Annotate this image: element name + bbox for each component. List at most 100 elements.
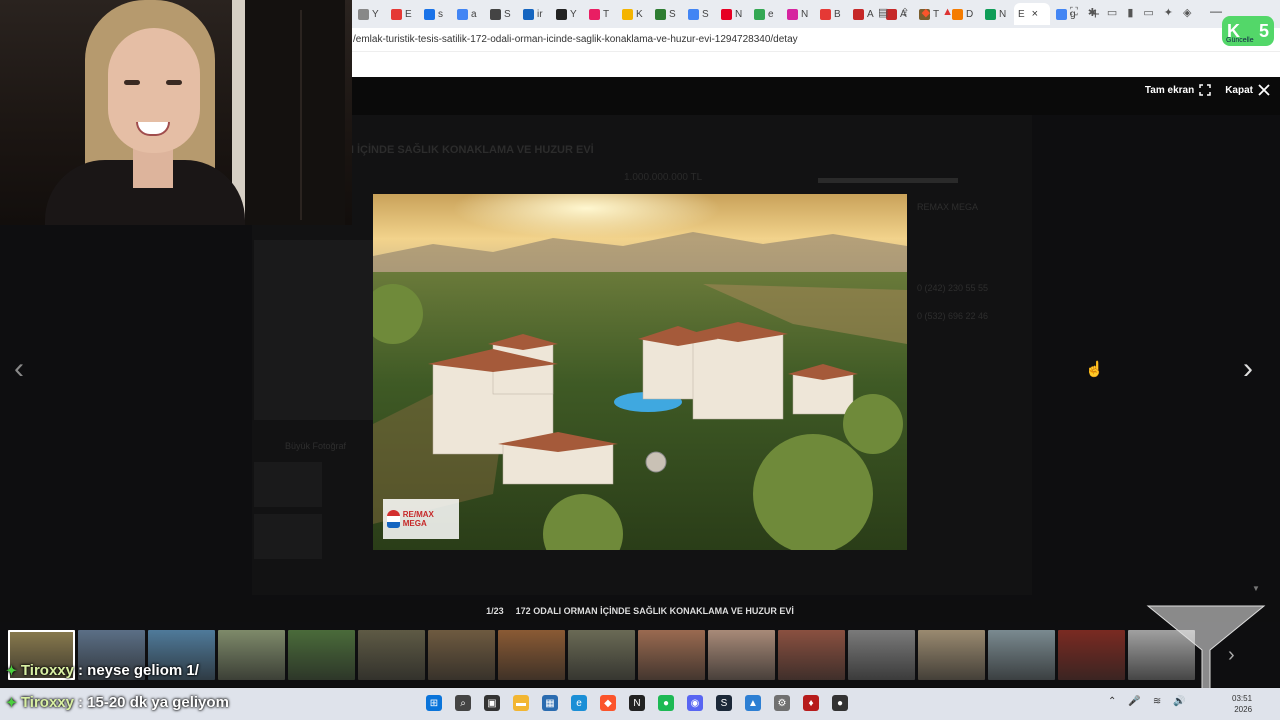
tab-favicon-icon	[820, 8, 831, 20]
photo-thumbnail[interactable]	[1058, 630, 1125, 680]
chat-badge-icon: ✦	[6, 694, 17, 710]
tab-label: E	[405, 8, 412, 20]
fullscreen-label: Tam ekran	[1144, 84, 1195, 96]
browser-tab[interactable]: E	[387, 3, 418, 25]
clock[interactable]: 03:51 2026	[1232, 693, 1252, 715]
ai-icon[interactable]: ✦	[1164, 6, 1173, 19]
search-app-icon[interactable]: ⌕	[455, 695, 471, 711]
url-text[interactable]: /emlak-turistik-tesis-satilik-172-odali-…	[353, 34, 798, 45]
thumb-dimmed-2	[254, 514, 322, 559]
steam-app-icon[interactable]: S	[716, 695, 732, 711]
browser-tab[interactable]: S	[651, 3, 682, 25]
close-button[interactable]: Kapat	[1225, 84, 1270, 96]
edge-app-icon[interactable]: e	[571, 695, 587, 711]
browser-tab[interactable]: B	[816, 3, 847, 25]
spotify-app-icon[interactable]: ●	[658, 695, 674, 711]
tab-label: A	[867, 8, 874, 20]
photo-thumbnail[interactable]	[428, 630, 495, 680]
photo-thumbnail[interactable]	[918, 630, 985, 680]
photos-app-icon[interactable]: ▲	[745, 695, 761, 711]
explorer-app-icon[interactable]: ▬	[513, 695, 529, 711]
browser-tab[interactable]: s	[420, 3, 451, 25]
sidebar-icon[interactable]: ▮	[1127, 6, 1133, 19]
fullscreen-icon	[1199, 84, 1211, 96]
browser-tab-active[interactable]: E ×	[1014, 3, 1050, 25]
browser-tab[interactable]: K	[618, 3, 649, 25]
discord-app-icon[interactable]: ◉	[687, 695, 703, 711]
photo-counter: 1/23	[486, 606, 504, 616]
tab-label: ir	[537, 8, 543, 20]
previous-photo-button[interactable]: ‹	[14, 352, 24, 386]
tray-icon[interactable]: ≋	[1153, 696, 1161, 707]
tab-label: D	[966, 8, 974, 20]
browser-tab[interactable]: e	[750, 3, 781, 25]
share-icon[interactable]: ⇪	[900, 6, 909, 19]
scroll-down-icon[interactable]: ▼	[1252, 584, 1260, 593]
window-controls: —	[1210, 4, 1222, 18]
photo-thumbnail[interactable]	[288, 630, 355, 680]
reader-mode-icon[interactable]: ▤	[878, 6, 888, 19]
photo-thumbnail[interactable]	[358, 630, 425, 680]
chat-text: : neyse geliom 1/	[78, 662, 199, 679]
photo-thumbnail[interactable]	[638, 630, 705, 680]
next-photo-button[interactable]: ›	[1243, 352, 1253, 386]
tab-label: N	[999, 8, 1007, 20]
streamer-neck	[133, 148, 173, 188]
kick-count: 5	[1258, 20, 1269, 41]
game-app-icon[interactable]: ♦	[803, 695, 819, 711]
tab-label: e	[768, 8, 774, 20]
tab-label: S	[504, 8, 511, 20]
tab-close-icon[interactable]: ×	[1032, 8, 1038, 20]
kick-notification-badge[interactable]: K 5 Güncelle	[1222, 16, 1274, 46]
minimize-button[interactable]: —	[1210, 4, 1222, 18]
close-icon	[1258, 84, 1270, 96]
screenshot-icon[interactable]: ⛶	[1070, 6, 1078, 19]
fullscreen-button[interactable]: Tam ekran	[1145, 84, 1211, 96]
browser-tab[interactable]: N	[981, 3, 1012, 25]
extension-icons: ⛶ ✱ ▭ ▮ ▭ ✦ ◈	[1070, 6, 1191, 19]
photo-thumbnail[interactable]	[708, 630, 775, 680]
tray-icon[interactable]: 🔊	[1173, 696, 1185, 707]
photo-thumbnail[interactable]	[778, 630, 845, 680]
browser-tab[interactable]: A	[849, 3, 880, 25]
tab-label: S	[702, 8, 709, 20]
photo-thumbnail[interactable]	[218, 630, 285, 680]
browser-tab[interactable]: ir	[519, 3, 550, 25]
photo-thumbnail[interactable]	[988, 630, 1055, 680]
windows-app-icon[interactable]: ⊞	[426, 695, 442, 711]
taskview-app-icon[interactable]: ▣	[484, 695, 500, 711]
notion-app-icon[interactable]: N	[629, 695, 645, 711]
brave-rewards-icon[interactable]: ▲	[942, 6, 953, 19]
extension-icon[interactable]: ✱	[1088, 6, 1097, 19]
record-app-icon[interactable]: ●	[832, 695, 848, 711]
tray-icon[interactable]: 🎤	[1128, 696, 1140, 707]
store-app-icon[interactable]: ▦	[542, 695, 558, 711]
photo-thumbnail[interactable]	[498, 630, 565, 680]
remax-watermark-text: RE/MAX MEGA	[402, 510, 434, 528]
photo-thumbnail[interactable]	[848, 630, 915, 680]
browser-tab[interactable]: a	[453, 3, 484, 25]
photo-caption: 172 ODALI ORMAN İÇİNDE SAĞLIK KONAKLAMA …	[515, 606, 794, 616]
tab-favicon-icon	[523, 8, 534, 20]
lightbox-toolbar: Tam ekran Kapat	[1145, 84, 1270, 96]
browser-tab[interactable]: N	[783, 3, 814, 25]
browser-tab[interactable]: T	[585, 3, 616, 25]
main-photo[interactable]: RE/MAX MEGA	[373, 194, 907, 550]
media-icon[interactable]: ▭	[1107, 6, 1117, 19]
chat-username: Tiroxxy	[20, 662, 74, 679]
brave-app-icon[interactable]: ◆	[600, 695, 616, 711]
vpn-icon[interactable]: ◈	[1183, 6, 1191, 19]
wallet-icon[interactable]: ▭	[1143, 6, 1153, 19]
hotel-aerial-photo	[373, 194, 907, 550]
tray-icon[interactable]: ⌃	[1108, 696, 1116, 707]
browser-tab[interactable]: Y	[354, 3, 385, 25]
browser-tab[interactable]: N	[717, 3, 748, 25]
browser-tab[interactable]: S	[684, 3, 715, 25]
browser-tab[interactable]: Y	[552, 3, 583, 25]
settings-app-icon[interactable]: ⚙	[774, 695, 790, 711]
chat-username: Tiroxxy	[20, 694, 74, 711]
brave-shields-icon[interactable]: ◆	[922, 6, 930, 19]
address-bar[interactable]: /emlak-turistik-tesis-satilik-172-odali-…	[352, 28, 1280, 52]
photo-thumbnail[interactable]	[568, 630, 635, 680]
browser-tab[interactable]: S	[486, 3, 517, 25]
